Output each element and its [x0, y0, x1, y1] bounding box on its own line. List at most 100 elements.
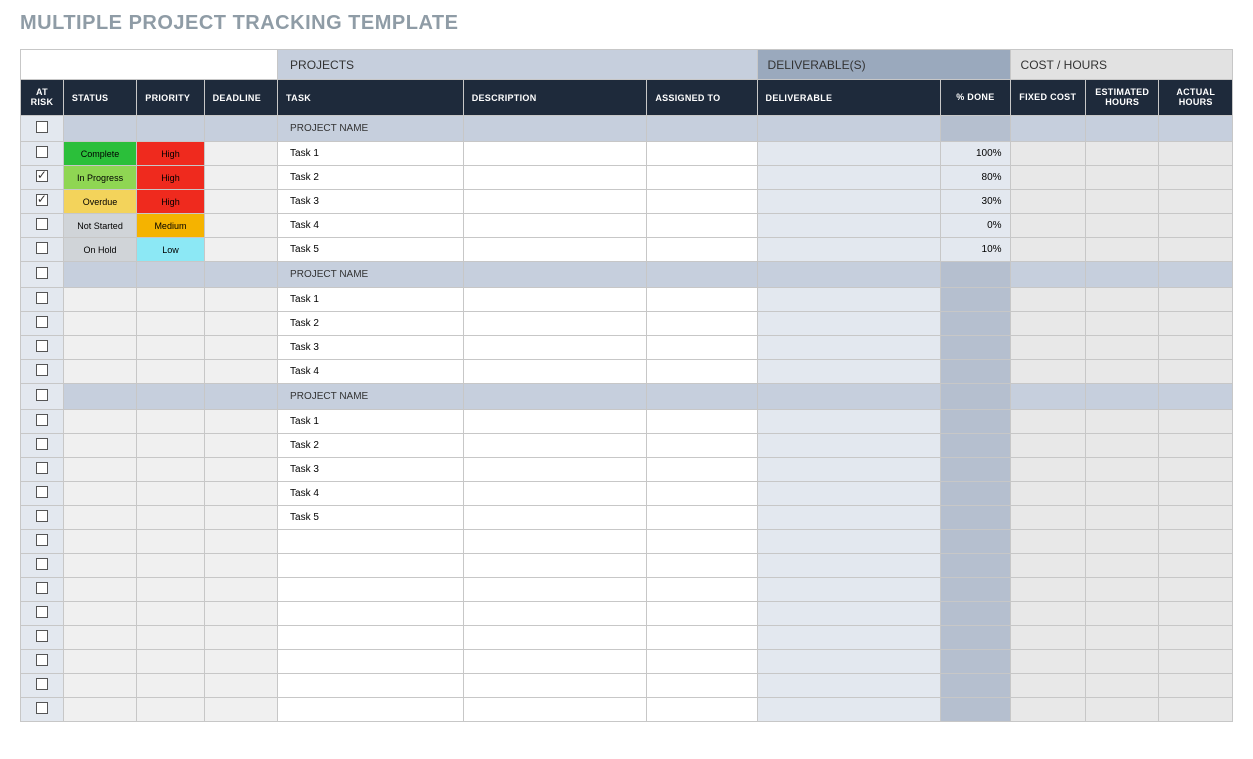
checkbox-icon[interactable] — [36, 462, 48, 474]
cell-fixed-cost[interactable] — [1010, 166, 1085, 190]
cell-deliverable[interactable] — [757, 410, 941, 434]
cell-deadline[interactable] — [204, 602, 277, 626]
cell-deadline[interactable] — [204, 166, 277, 190]
cell-assigned-to[interactable] — [647, 238, 757, 262]
cell-priority[interactable]: High — [137, 166, 204, 190]
cell-act-hours[interactable] — [1159, 434, 1233, 458]
checkbox-icon[interactable] — [36, 389, 48, 401]
status-pill[interactable]: Not Started — [64, 214, 136, 238]
cell-deliverable[interactable] — [757, 482, 941, 506]
cell-est-hours[interactable] — [1086, 410, 1159, 434]
cell-act-hours[interactable] — [1159, 214, 1233, 238]
cell-pct-done[interactable] — [941, 626, 1010, 650]
cell-description[interactable] — [463, 578, 647, 602]
cell-description[interactable] — [463, 626, 647, 650]
cell-assigned-to[interactable] — [647, 650, 757, 674]
cell-description[interactable] — [463, 360, 647, 384]
cell-act-hours[interactable] — [1159, 238, 1233, 262]
checkbox-icon[interactable] — [36, 582, 48, 594]
cell-deliverable[interactable] — [757, 336, 941, 360]
cell-act-hours[interactable] — [1159, 482, 1233, 506]
cell-pct-done[interactable] — [941, 530, 1010, 554]
cell-deadline[interactable] — [204, 312, 277, 336]
cell-deadline[interactable] — [204, 360, 277, 384]
cell-deliverable[interactable] — [757, 674, 941, 698]
cell-task[interactable] — [278, 578, 464, 602]
cell-act-hours[interactable] — [1159, 142, 1233, 166]
cell-pct-done[interactable]: 10% — [941, 238, 1010, 262]
cell-deadline[interactable] — [204, 530, 277, 554]
cell-act-hours[interactable] — [1159, 674, 1233, 698]
cell-priority[interactable]: High — [137, 190, 204, 214]
cell-act-hours[interactable] — [1159, 336, 1233, 360]
cell-est-hours[interactable] — [1086, 384, 1159, 410]
cell-priority[interactable] — [137, 626, 204, 650]
cell-status[interactable] — [63, 384, 136, 410]
cell-assigned-to[interactable] — [647, 384, 757, 410]
cell-est-hours[interactable] — [1086, 602, 1159, 626]
cell-status[interactable] — [63, 434, 136, 458]
cell-task[interactable]: Task 4 — [278, 360, 464, 384]
cell-pct-done[interactable]: 0% — [941, 214, 1010, 238]
cell-task[interactable]: Task 3 — [278, 336, 464, 360]
cell-task[interactable] — [278, 650, 464, 674]
cell-priority[interactable] — [137, 698, 204, 722]
cell-description[interactable] — [463, 458, 647, 482]
cell-assigned-to[interactable] — [647, 336, 757, 360]
cell-act-hours[interactable] — [1159, 410, 1233, 434]
cell-deliverable[interactable] — [757, 360, 941, 384]
cell-est-hours[interactable] — [1086, 166, 1159, 190]
cell-task[interactable] — [278, 626, 464, 650]
cell-deliverable[interactable] — [757, 288, 941, 312]
cell-deadline[interactable] — [204, 384, 277, 410]
cell-assigned-to[interactable] — [647, 312, 757, 336]
cell-deliverable[interactable] — [757, 554, 941, 578]
cell-est-hours[interactable] — [1086, 336, 1159, 360]
cell-deadline[interactable] — [204, 262, 277, 288]
cell-act-hours[interactable] — [1159, 262, 1233, 288]
cell-fixed-cost[interactable] — [1010, 698, 1085, 722]
cell-act-hours[interactable] — [1159, 578, 1233, 602]
cell-task[interactable]: PROJECT NAME — [278, 116, 464, 142]
cell-fixed-cost[interactable] — [1010, 262, 1085, 288]
cell-deadline[interactable] — [204, 116, 277, 142]
cell-assigned-to[interactable] — [647, 142, 757, 166]
cell-act-hours[interactable] — [1159, 166, 1233, 190]
cell-task[interactable]: Task 4 — [278, 214, 464, 238]
cell-priority[interactable] — [137, 288, 204, 312]
cell-description[interactable] — [463, 506, 647, 530]
cell-pct-done[interactable]: 100% — [941, 142, 1010, 166]
cell-fixed-cost[interactable] — [1010, 288, 1085, 312]
cell-priority[interactable] — [137, 410, 204, 434]
cell-est-hours[interactable] — [1086, 506, 1159, 530]
cell-est-hours[interactable] — [1086, 312, 1159, 336]
cell-deadline[interactable] — [204, 626, 277, 650]
cell-status[interactable] — [63, 336, 136, 360]
cell-task[interactable] — [278, 530, 464, 554]
status-pill[interactable]: On Hold — [64, 238, 136, 262]
cell-description[interactable] — [463, 410, 647, 434]
cell-priority[interactable] — [137, 116, 204, 142]
cell-est-hours[interactable] — [1086, 674, 1159, 698]
cell-task[interactable]: Task 3 — [278, 190, 464, 214]
checkbox-icon[interactable] — [36, 340, 48, 352]
cell-task[interactable] — [278, 554, 464, 578]
cell-priority[interactable] — [137, 530, 204, 554]
cell-fixed-cost[interactable] — [1010, 116, 1085, 142]
cell-act-hours[interactable] — [1159, 190, 1233, 214]
cell-pct-done[interactable]: 30% — [941, 190, 1010, 214]
cell-task[interactable]: Task 3 — [278, 458, 464, 482]
checkbox-icon[interactable] — [36, 606, 48, 618]
cell-deadline[interactable] — [204, 288, 277, 312]
cell-act-hours[interactable] — [1159, 698, 1233, 722]
cell-act-hours[interactable] — [1159, 312, 1233, 336]
cell-pct-done[interactable] — [941, 458, 1010, 482]
cell-deliverable[interactable] — [757, 238, 941, 262]
cell-status[interactable] — [63, 578, 136, 602]
cell-act-hours[interactable] — [1159, 288, 1233, 312]
cell-pct-done[interactable] — [941, 410, 1010, 434]
status-pill[interactable]: Overdue — [64, 190, 136, 214]
cell-description[interactable] — [463, 142, 647, 166]
cell-description[interactable] — [463, 312, 647, 336]
cell-task[interactable]: Task 2 — [278, 434, 464, 458]
